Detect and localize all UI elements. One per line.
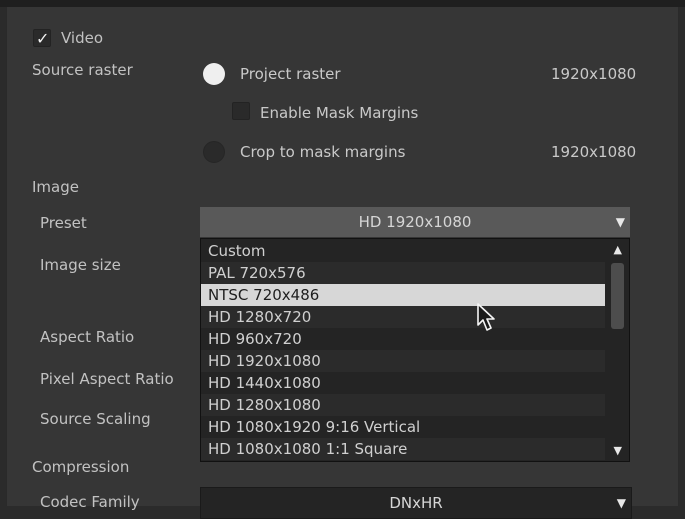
list-item[interactable]: HD 1920x1080 [201,350,605,372]
crop-to-mask-margins-size: 1920x1080 [551,143,637,161]
list-item-highlighted[interactable]: NTSC 720x486 [201,284,605,306]
crop-to-mask-margins-radio[interactable] [203,141,225,163]
list-item[interactable]: HD 1080x1920 9:16 Vertical [201,416,605,438]
triangle-down-icon: ▼ [615,215,625,229]
list-item[interactable]: HD 1080x1080 1:1 Square [201,438,605,460]
video-checkbox[interactable]: ✓ [33,29,51,48]
scroll-down-icon[interactable]: ▼ [614,444,622,457]
source-raster-label: Source raster [32,61,133,79]
video-label: Video [61,29,104,47]
preset-label: Preset [40,214,87,232]
image-size-label: Image size [40,256,121,274]
codec-family-dropdown[interactable]: DNxHR ▼ [200,487,632,519]
list-item[interactable]: HD 1440x1080 [201,372,605,394]
list-item[interactable]: PAL 720x576 [201,262,605,284]
checkmark-icon: ✓ [36,29,50,48]
scrollbar-thumb[interactable] [611,263,624,329]
codec-family-label: Codec Family [40,493,140,511]
codec-family-value: DNxHR [389,494,443,512]
list-item[interactable]: HD 1280x720 [201,306,605,328]
crop-to-mask-margins-label: Crop to mask margins [240,143,406,161]
aspect-ratio-label: Aspect Ratio [40,328,135,346]
mouse-pointer-icon [477,303,495,331]
preset-dropdown[interactable]: HD 1920x1080 ▼ [200,207,630,237]
image-section-label: Image [32,178,79,196]
source-scaling-label: Source Scaling [40,410,151,428]
preset-list[interactable]: Custom PAL 720x576 NTSC 720x486 HD 1280x… [200,238,630,462]
scroll-up-icon[interactable]: ▲ [614,243,622,256]
project-raster-size: 1920x1080 [551,65,637,83]
enable-mask-margins-label: Enable Mask Margins [260,104,419,122]
list-item[interactable]: HD 960x720 [201,328,605,350]
triangle-down-icon: ▼ [616,496,626,510]
enable-mask-margins-checkbox[interactable] [232,102,250,120]
preset-dropdown-value: HD 1920x1080 [358,213,472,231]
pixel-aspect-ratio-label: Pixel Aspect Ratio [40,370,174,388]
list-item[interactable]: Custom [201,240,605,262]
project-raster-radio[interactable] [203,63,225,85]
compression-section-label: Compression [32,458,130,476]
list-item[interactable]: HD 1280x1080 [201,394,605,416]
top-strip [0,0,685,7]
project-raster-label: Project raster [240,65,341,83]
